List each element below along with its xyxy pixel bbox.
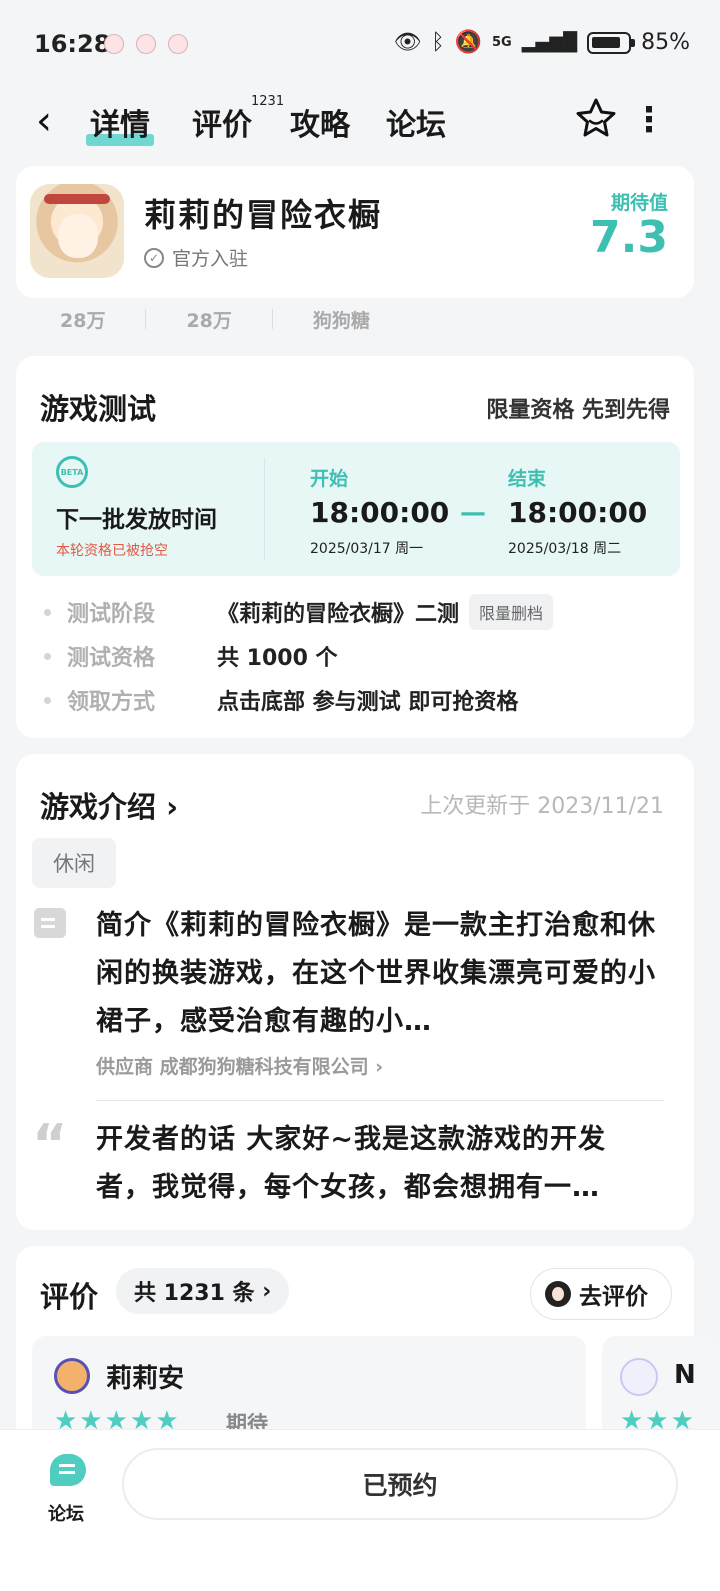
test-subtitle: 限量资格 先到先得 [486,398,670,423]
start-time: 18:00:00 [310,496,450,529]
info-value: 《莉莉的冒险衣橱》二测 [217,602,460,627]
game-description[interactable]: 简介《莉莉的冒险衣橱》是一款主打治愈和休闲的换装游戏，在这个世界收集漂亮可爱的小… [96,902,662,1046]
reviews-title: 评价 [40,1280,99,1314]
game-intro-card: 游戏介绍 › 上次更新于 2023/11/21 休闲 简介《莉莉的冒险衣橱》是一… [16,754,694,1230]
divider [145,309,147,329]
stat-item: 28万 [186,310,232,332]
battery-level: 85% [641,30,690,55]
intro-title[interactable]: 游戏介绍 › [40,784,178,826]
notification-icon [136,34,156,54]
end-time: 18:00:00 [508,496,648,529]
info-key: 领取方式 [67,690,156,715]
battery-icon [587,31,636,54]
notification-icon [104,34,124,54]
avatar [620,1358,658,1396]
tab-details[interactable]: 详情 [86,100,154,146]
tab-reviews[interactable]: 评价 [192,100,252,144]
test-schedule-box: BETA 下一批发放时间 本轮资格已被抢空 开始 18:00:00 2025/0… [32,442,680,576]
tab-reviews-badge: 1231 [251,94,285,109]
verified-label: ✓ 官方入驻 [144,244,248,271]
test-info-row: 测试阶段 《莉莉的冒险衣橱》二测 限量删档 [44,594,554,630]
start-date: 2025/03/17 周一 [310,541,424,557]
info-value: 点击底部 参与测试 即可抢资格 [217,690,519,715]
info-key: 测试阶段 [67,602,156,627]
forum-label[interactable]: 论坛 [48,1500,84,1526]
reserved-button[interactable]: 已预约 [122,1448,678,1520]
more-icon[interactable]: ⋮ [632,100,666,140]
forum-icon[interactable] [50,1454,86,1486]
developer-note[interactable]: 开发者的话 大家好~我是这款游戏的开发者，我觉得，每个女孩，都会想拥有一… [96,1116,662,1212]
test-info-row: 测试资格 共 1000 个 [44,640,338,672]
back-icon[interactable]: ‹ [36,98,52,144]
top-nav: ‹ 详情 评价 1231 攻略 论坛 ⋮ [0,90,720,158]
bullet [44,652,51,660]
star-icon[interactable] [574,96,618,140]
signal-icon: 5G [492,35,512,50]
mute-icon: 🔕 [454,30,482,55]
chevron-right-icon: › [254,1278,272,1304]
intro-title-text: 游戏介绍 [40,790,157,824]
game-header-card: 莉莉的冒险衣橱 ✓ 官方入驻 期待值 7.3 [16,166,694,298]
signal-bars-icon: ▂▄▆█ [521,32,578,53]
stat-item: 狗狗糖 [312,310,370,332]
end-date: 2025/03/18 周二 [508,541,622,557]
bullet [44,608,51,616]
game-test-card: 游戏测试 限量资格 先到先得 BETA 下一批发放时间 本轮资格已被抢空 开始 … [16,356,694,738]
quote-icon: “ [32,1113,68,1176]
bluetooth-icon: ᛒ [431,30,445,55]
reviewer-name: 莉莉安 [106,1364,185,1394]
write-review-button[interactable]: 去评价 [530,1268,672,1320]
expect-label: 期待值 [610,192,668,214]
game-title: 莉莉的冒险衣橱 [144,196,383,234]
tab-forum[interactable]: 论坛 [386,100,446,144]
end-label: 结束 [508,468,547,490]
range-dash: — [460,498,486,528]
divider [271,309,273,329]
divider [264,458,265,560]
divider [96,1100,664,1101]
test-type-chip: 限量删档 [469,594,554,630]
supplier-text: 供应商 成都狗狗糖科技有限公司 [96,1056,369,1078]
info-key: 测试资格 [67,646,156,671]
reviewer-name: N [674,1360,696,1390]
bullet [44,696,51,704]
avatar [54,1358,90,1394]
expect-value: 7.3 [590,212,668,263]
beta-icon: BETA [56,456,88,488]
game-stats-row: 28万 28万 狗狗糖 [60,306,370,333]
status-right: 👁 ᛒ 🔕 5G ▂▄▆█ 85% [393,30,690,55]
reviews-card: 评价 共 1231 条 › 去评价 莉莉安 ★★★★★ 期待 N ★★★ [16,1246,720,1456]
write-review-label: 去评价 [579,1284,648,1310]
game-icon [30,184,124,278]
genre-tag[interactable]: 休闲 [32,838,116,888]
review-count-text: 共 1231 条 [134,1281,255,1306]
stat-item: 28万 [60,310,106,332]
start-label: 开始 [310,468,349,490]
eye-icon: 👁 [393,30,422,55]
chevron-right-icon: › [368,1056,384,1078]
test-info-row: 领取方式 点击底部 参与测试 即可抢资格 [44,684,518,716]
status-bar: 16:28 👁 ᛒ 🔕 5G ▂▄▆█ 85% [0,0,720,90]
status-time: 16:28 [34,30,111,58]
info-value: 共 1000 个 [217,646,338,671]
verified-text: 官方入驻 [172,248,249,270]
review-count-button[interactable]: 共 1231 条 › [116,1268,290,1314]
description-icon [34,908,66,938]
next-release-label: 下一批发放时间 [56,507,217,533]
supplier-link[interactable]: 供应商 成都狗狗糖科技有限公司 › [96,1052,383,1079]
last-updated: 上次更新于 2023/11/21 [420,794,664,819]
notification-icon [168,34,188,54]
test-title: 游戏测试 [40,392,157,426]
sold-out-warning: 本轮资格已被抢空 [56,543,168,559]
chevron-right-icon: › [156,790,179,824]
check-icon: ✓ [144,247,164,268]
bottom-bar: 论坛 已预约 [0,1430,720,1591]
tab-guides[interactable]: 攻略 [290,100,350,144]
avatar [545,1281,571,1307]
